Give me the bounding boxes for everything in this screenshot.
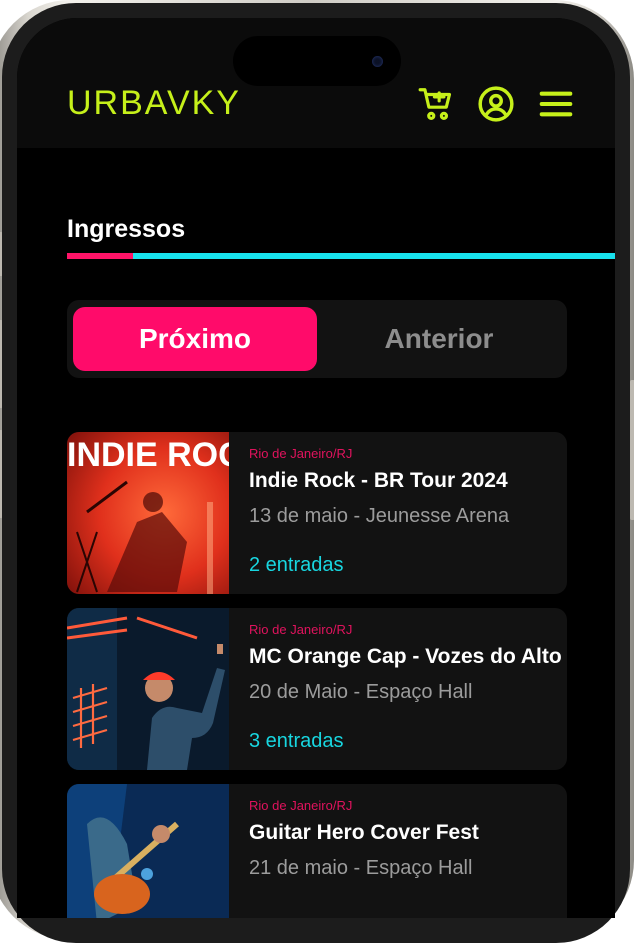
event-location: Rio de Janeiro/RJ	[249, 622, 353, 637]
event-card-body: Rio de Janeiro/RJ Guitar Hero Cover Fest…	[249, 798, 567, 906]
event-card-body: Rio de Janeiro/RJ MC Orange Cap - Vozes …	[249, 622, 567, 753]
event-tickets-link[interactable]: 3 entradas	[249, 730, 567, 753]
camera-icon	[372, 56, 383, 67]
app-logo[interactable]: URBAVKY	[67, 84, 241, 123]
event-poster-image	[67, 784, 229, 918]
event-date: 21 de maio - Espaço Hall	[249, 857, 473, 879]
event-location: Rio de Janeiro/RJ	[249, 798, 353, 813]
header-actions	[417, 85, 575, 123]
tab-next[interactable]: Próximo	[73, 307, 317, 371]
event-tickets-link[interactable]: 2 entradas	[249, 554, 567, 577]
event-date: 20 de Maio - Espaço Hall	[249, 681, 473, 703]
event-card[interactable]: Rio de Janeiro/RJ Guitar Hero Cover Fest…	[67, 784, 567, 918]
event-location: Rio de Janeiro/RJ	[249, 446, 353, 461]
poster-text: INDIE ROCK	[67, 436, 229, 474]
event-poster-image	[67, 608, 229, 770]
power-button	[630, 380, 634, 520]
account-icon[interactable]	[477, 85, 515, 123]
page-title: Ingressos	[67, 215, 186, 243]
progress-bar-fill	[67, 253, 133, 259]
tab-previous[interactable]: Anterior	[317, 307, 561, 371]
event-card[interactable]: INDIE ROCK Rio de Janeiro/RJ Indie Rock …	[67, 432, 567, 594]
event-title: Indie Rock - BR Tour 2024	[249, 469, 508, 492]
phone-screen: URBAVKY Ingressos Próximo Anterior INDIE…	[17, 18, 615, 918]
event-title: Guitar Hero Cover Fest	[249, 821, 479, 844]
event-date: 13 de maio - Jeunesse Arena	[249, 505, 510, 527]
event-card-body: Rio de Janeiro/RJ Indie Rock - BR Tour 2…	[249, 446, 567, 577]
event-title: MC Orange Cap - Vozes do Alto	[249, 645, 562, 668]
menu-icon[interactable]	[537, 85, 575, 123]
dynamic-island	[233, 36, 401, 86]
progress-bar	[67, 253, 615, 259]
event-poster-image: INDIE ROCK	[67, 432, 229, 594]
cart-icon[interactable]	[417, 85, 455, 123]
event-card[interactable]: Rio de Janeiro/RJ MC Orange Cap - Vozes …	[67, 608, 567, 770]
period-segmented-control: Próximo Anterior	[67, 300, 567, 378]
